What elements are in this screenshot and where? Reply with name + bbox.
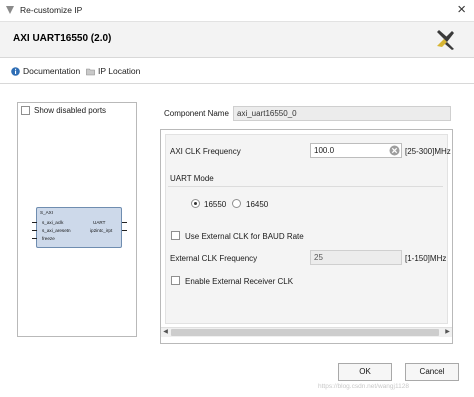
tab-documentation-label: Documentation bbox=[23, 66, 81, 76]
axi-clk-label: AXI CLK Frequency bbox=[170, 147, 241, 156]
window-title: Re-customize IP bbox=[20, 5, 83, 15]
divider bbox=[168, 186, 443, 187]
tab-bar: Documentation IP Location bbox=[0, 58, 474, 84]
scroll-right-icon[interactable]: ▶ bbox=[443, 328, 452, 337]
xilinx-logo bbox=[437, 30, 454, 50]
show-disabled-ports-checkbox[interactable] bbox=[21, 106, 30, 115]
port-uart: UART bbox=[93, 220, 106, 225]
external-receiver-clk-label: Enable External Receiver CLK bbox=[185, 277, 294, 286]
pin bbox=[122, 222, 127, 223]
info-icon bbox=[11, 66, 20, 76]
uart-mode-16550-label: 16550 bbox=[204, 200, 227, 209]
port-freeze: freeze bbox=[42, 236, 55, 241]
use-external-clk-checkbox[interactable] bbox=[171, 231, 180, 240]
uart-mode-16450-radio[interactable] bbox=[232, 199, 241, 208]
tab-ip-location[interactable]: IP Location bbox=[86, 64, 140, 78]
tab-ip-location-label: IP Location bbox=[98, 66, 141, 76]
port-s-axi: S_AXI bbox=[40, 210, 54, 215]
ip-symbol-panel: Show disabled ports S_AXI s_axi_aclk s_a… bbox=[17, 102, 137, 337]
use-external-clk-label: Use External CLK for BAUD Rate bbox=[185, 232, 304, 241]
axi-clk-range: [25-300]MHz bbox=[405, 147, 451, 156]
port-s-axi-aresetn: s_axi_aresetn bbox=[42, 228, 71, 233]
uart-mode-label: UART Mode bbox=[170, 174, 214, 183]
external-receiver-clk-checkbox[interactable] bbox=[171, 276, 180, 285]
scrollbar-thumb[interactable] bbox=[171, 329, 439, 336]
ip-header: AXI UART16550 (2.0) bbox=[0, 22, 474, 58]
tab-documentation[interactable]: Documentation bbox=[11, 64, 80, 78]
pin bbox=[122, 230, 127, 231]
folder-icon bbox=[86, 68, 95, 75]
component-name-field[interactable]: axi_uart16550_0 bbox=[233, 106, 451, 121]
uart-mode-16550-radio[interactable] bbox=[191, 199, 200, 208]
component-name-label: Component Name bbox=[164, 109, 229, 118]
horizontal-scrollbar[interactable]: ◀ ▶ bbox=[161, 327, 452, 337]
vivado-app-icon bbox=[6, 6, 14, 14]
window-titlebar: Re-customize IP × bbox=[0, 0, 474, 22]
external-clk-frequency-label: External CLK Frequency bbox=[170, 254, 258, 263]
external-clk-frequency-field[interactable]: 25 bbox=[310, 250, 402, 265]
show-disabled-ports-label: Show disabled ports bbox=[34, 106, 107, 115]
clear-icon[interactable] bbox=[389, 145, 400, 156]
ip-block-symbol: S_AXI s_axi_aclk s_axi_aresetn freeze UA… bbox=[32, 207, 127, 248]
pin bbox=[32, 222, 37, 223]
port-s-axi-aclk: s_axi_aclk bbox=[42, 220, 64, 225]
settings-panel bbox=[165, 134, 448, 324]
uart-mode-16450-label: 16450 bbox=[246, 200, 269, 209]
external-clk-range: [1-150]MHz bbox=[405, 254, 447, 263]
cancel-button[interactable]: Cancel bbox=[405, 363, 459, 381]
ip-title: AXI UART16550 (2.0) bbox=[13, 33, 112, 44]
ok-button[interactable]: OK bbox=[338, 363, 392, 381]
watermark: https://blog.csdn.net/wangj1128 bbox=[318, 383, 409, 390]
pin bbox=[32, 238, 37, 239]
pin bbox=[32, 230, 37, 231]
port-ip2intc-irpt: ip2intc_irpt bbox=[90, 228, 113, 233]
scroll-left-icon[interactable]: ◀ bbox=[161, 328, 170, 337]
close-icon[interactable]: × bbox=[457, 1, 466, 19]
